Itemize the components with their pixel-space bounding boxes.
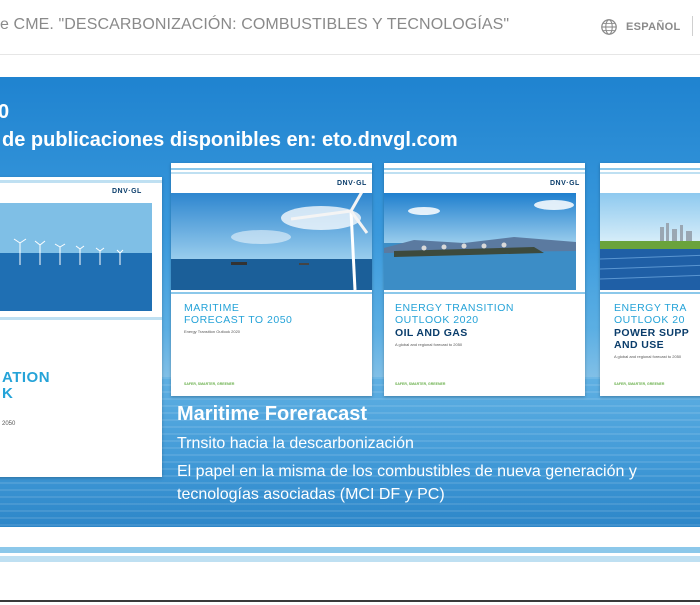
cover-subtitle: 2050 xyxy=(2,421,16,427)
presentation-slide: 0 de publicaciones disponibles en: eto.d… xyxy=(0,77,700,527)
cover-title-line: OUTLOOK 20 xyxy=(614,314,685,326)
cover-photo-solar-city xyxy=(600,193,700,290)
cover-photo-oil-terminal xyxy=(384,193,576,290)
footer-stripe xyxy=(0,556,700,562)
cover-tagline: SAFER, SMARTER, GREENER xyxy=(184,382,235,386)
footer-stripe xyxy=(0,547,700,553)
cover-subject: POWER SUPP xyxy=(614,327,690,339)
cover-subject: AND USE xyxy=(614,339,665,351)
cover-subtitle: A global and regional forecast to 2050 xyxy=(614,354,682,359)
dnvgl-logo: DNV·GL xyxy=(550,180,580,187)
divider xyxy=(692,16,693,36)
cover-title-line: FORECAST TO 2050 xyxy=(184,314,293,326)
cover-photo-wind-turbine xyxy=(171,193,372,290)
caption-title: Maritime Foreracast xyxy=(177,403,368,425)
report-cover-4: ENERGY TRA OUTLOOK 20 POWER SUPP AND USE… xyxy=(600,163,700,396)
language-label: ESPAÑOL xyxy=(626,21,681,33)
cover-subject: OIL AND GAS xyxy=(395,327,468,339)
slide-heading-fragment: 0 xyxy=(0,101,10,123)
cover-stripe xyxy=(600,168,700,170)
cover-title-line: ATION xyxy=(2,369,51,386)
cover-subtitle: A global and regional forecast to 2050 xyxy=(395,342,463,347)
cover-photo-wind-farm xyxy=(0,203,152,311)
cover-stripe xyxy=(384,172,585,174)
caption-line: tecnologías asociadas (MCI DF y PC) xyxy=(177,486,445,503)
cover-stripe xyxy=(0,180,162,183)
course-title: e CME. "DESCARBONIZACIÓN: COMBUSTIBLES Y… xyxy=(0,16,510,33)
cover-stripe xyxy=(0,317,162,320)
footer-stripe xyxy=(0,527,700,541)
cover-stripe xyxy=(384,168,585,170)
player-bottom-border xyxy=(0,600,700,602)
cover-title-line: OUTLOOK 2020 xyxy=(395,314,479,326)
cover-title-line: MARITIME xyxy=(184,302,240,314)
cover-stripe xyxy=(171,168,372,170)
report-cover-3: DNV·GL ENERGY TRANSITION OUTLOOK 2020 OI… xyxy=(384,163,585,396)
cover-title-line: ENERGY TRANSITION xyxy=(395,302,514,314)
dnvgl-logo: DNV·GL xyxy=(337,180,367,187)
caption-line: Trnsito hacia la descarbonización xyxy=(177,435,414,452)
cover-stripe xyxy=(171,292,372,294)
cover-stripe xyxy=(171,172,372,174)
slide-subtitle: de publicaciones disponibles en: eto.dnv… xyxy=(2,129,458,151)
cover-stripe xyxy=(600,292,700,294)
caption-line: El papel en la misma de los combustibles… xyxy=(177,463,637,480)
cover-title-line: K xyxy=(2,385,14,402)
cover-title-line: ENERGY TRA xyxy=(614,302,687,314)
report-cover-2: DNV·GL MARITIME FORECAST TO 2050 Energy … xyxy=(171,163,372,396)
cover-tagline: SAFER, SMARTER, GREENER xyxy=(395,382,446,386)
cover-subtitle: Energy Transition Outlook 2020 xyxy=(184,329,241,334)
cover-stripe xyxy=(384,292,585,294)
language-selector[interactable]: ESPAÑOL xyxy=(600,15,680,39)
top-bar: e CME. "DESCARBONIZACIÓN: COMBUSTIBLES Y… xyxy=(0,0,700,55)
cover-stripe xyxy=(600,172,700,174)
slide-footer-stripes xyxy=(0,527,700,577)
report-cover-1: DNV·GL ATION K 2050 xyxy=(0,177,162,477)
globe-icon xyxy=(601,19,617,35)
cover-tagline: SAFER, SMARTER, GREENER xyxy=(614,382,665,386)
dnvgl-logo: DNV·GL xyxy=(112,188,142,195)
